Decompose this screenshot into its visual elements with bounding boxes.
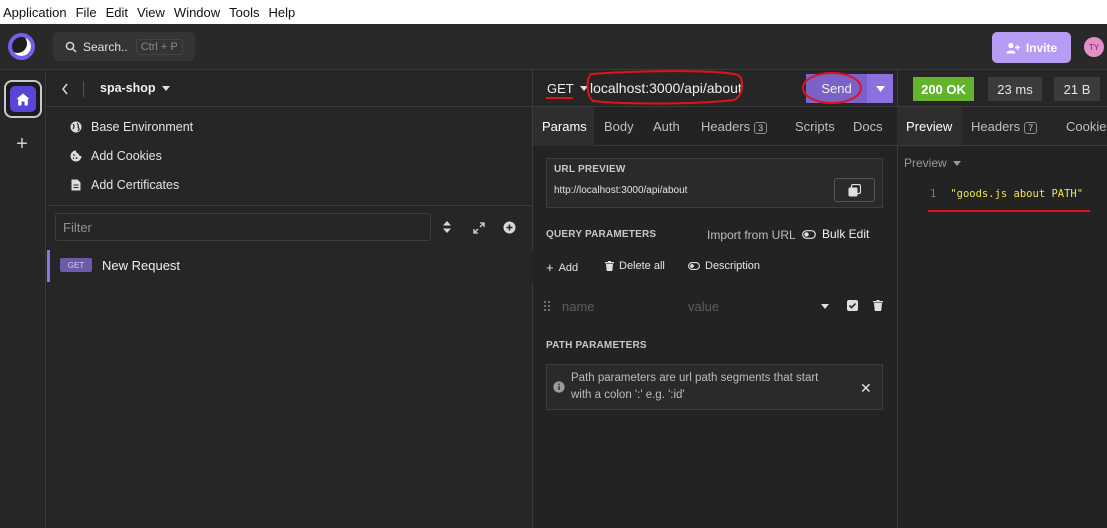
- red-annotation-marks: [546, 70, 1090, 212]
